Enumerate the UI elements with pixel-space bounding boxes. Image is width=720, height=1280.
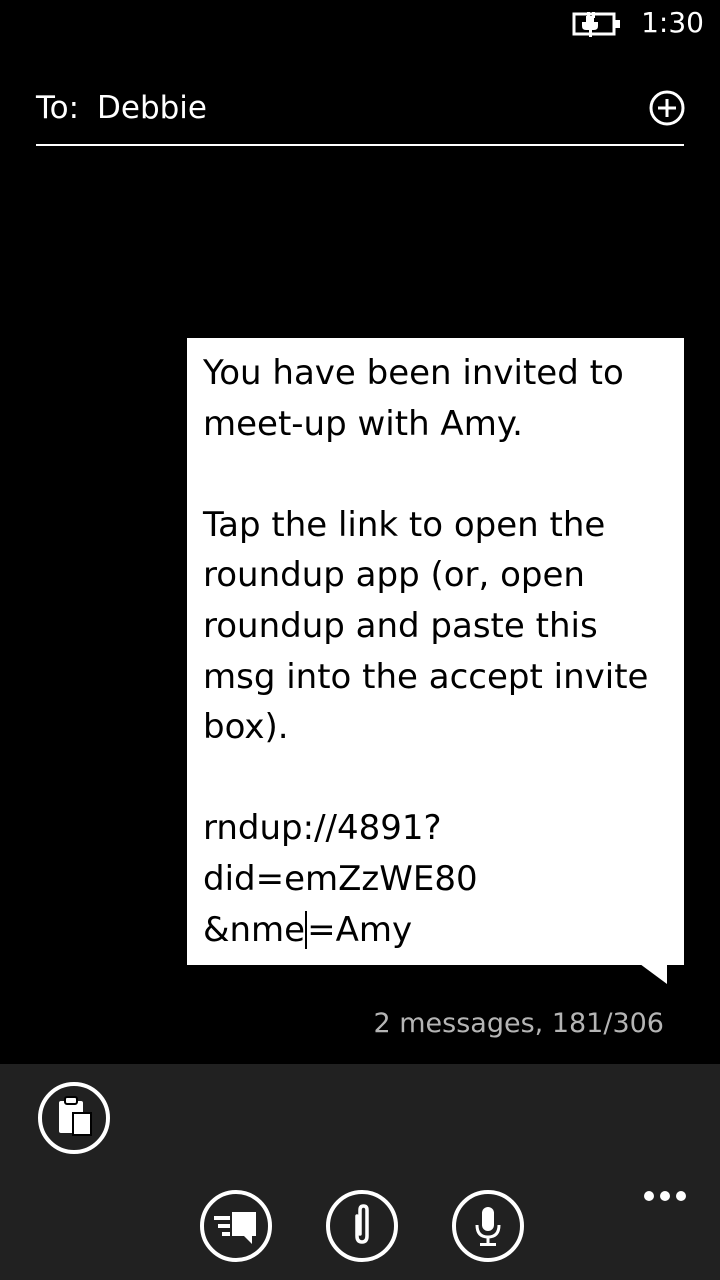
recipient-name[interactable]: Debbie — [97, 86, 207, 130]
status-time: 1:30 — [641, 6, 704, 39]
message-line: meet-up with Amy. — [203, 403, 523, 444]
paperclip-icon — [355, 1204, 369, 1244]
microphone-icon — [475, 1207, 501, 1246]
message-line: roundup app (or, open — [203, 555, 585, 596]
battery-charging-icon — [572, 12, 620, 37]
message-line: rndup://4891? — [203, 808, 442, 849]
message-last-line: &nme=Amy — [203, 905, 668, 956]
status-bar: 1:30 — [0, 0, 720, 48]
recipient-row[interactable]: To: Debbie — [36, 86, 686, 132]
to-label: To: — [36, 90, 80, 126]
message-input-bubble[interactable]: You have been invited to meet-up with Am… — [187, 338, 684, 965]
paste-icon — [59, 1096, 92, 1136]
message-line — [203, 449, 668, 500]
ellipsis-icon[interactable] — [640, 1184, 690, 1208]
voice-button[interactable] — [452, 1190, 524, 1262]
app-bar — [0, 1064, 720, 1280]
text-before-cursor: &nme — [203, 909, 306, 950]
message-line: did=emZzWE80 — [203, 858, 478, 899]
message-line: msg into the accept invite — [203, 656, 649, 697]
message-count: 2 messages, 181/306 — [373, 1008, 664, 1039]
message-line: You have been invited to — [203, 353, 624, 393]
message-line: box). — [203, 707, 289, 748]
message-line: Tap the link to open the — [203, 504, 606, 545]
send-button[interactable] — [200, 1190, 272, 1262]
message-line — [203, 753, 668, 804]
attach-button[interactable] — [326, 1190, 398, 1262]
recipient-underline — [36, 144, 684, 146]
paste-button[interactable] — [38, 1082, 110, 1154]
add-circle-icon[interactable] — [648, 89, 686, 127]
send-icon — [214, 1212, 256, 1244]
message-line: roundup and paste this — [203, 605, 598, 646]
bubble-tail — [640, 964, 667, 984]
text-after-cursor: =Amy — [307, 909, 413, 950]
